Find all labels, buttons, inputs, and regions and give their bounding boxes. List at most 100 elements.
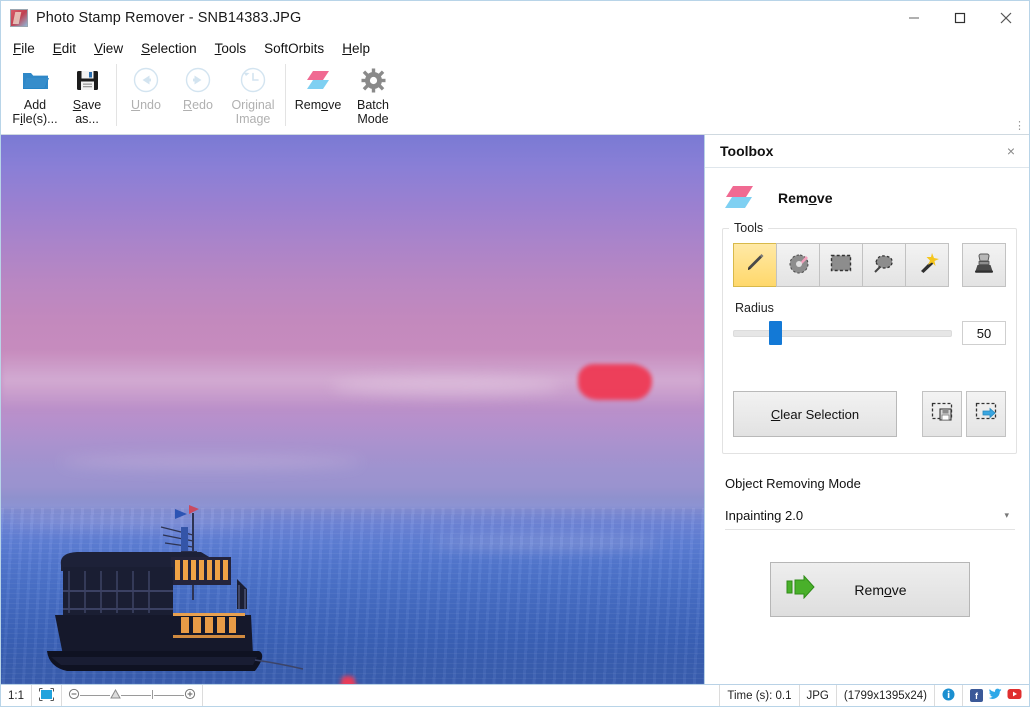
original-image-button[interactable]: OriginalImage: [224, 61, 282, 129]
toolbox-mode-row: Remove: [722, 178, 1017, 218]
object-removing-mode-select[interactable]: Inpainting 2.0 ▾: [725, 501, 1015, 530]
toolbox-title: Toolbox: [720, 143, 1003, 159]
minimize-button[interactable]: [891, 1, 937, 35]
toolbar: AddFile(s)... Saveas...: [1, 61, 1029, 134]
menu-item-view[interactable]: View: [94, 41, 123, 56]
eraser-icon: [303, 66, 333, 94]
menu-item-edit[interactable]: Edit: [53, 41, 76, 56]
cloud-1: [331, 377, 561, 395]
stamp-icon: [972, 251, 996, 280]
dimensions-label: (1799x1395x24): [844, 690, 927, 702]
marker-tool[interactable]: [776, 243, 820, 287]
zoom-out-icon[interactable]: [68, 688, 80, 703]
application-window: Photo Stamp Remover - SNB14383.JPG File …: [0, 0, 1030, 707]
youtube-icon[interactable]: [1007, 688, 1022, 703]
menu-item-help[interactable]: Help: [342, 41, 370, 56]
zoom-track-mid: [121, 695, 151, 696]
window-controls: [891, 1, 1029, 35]
menu-item-softorbits[interactable]: SoftOrbits: [264, 41, 324, 56]
clone-stamp-tool[interactable]: [962, 243, 1006, 287]
toolbox-mode-title: Remove: [778, 190, 833, 206]
radius-slider-row: 50: [733, 321, 1006, 345]
save-disk-icon: [76, 66, 99, 94]
cloud-2: [61, 455, 361, 469]
zoom-slider[interactable]: [62, 685, 203, 706]
remove-toolbar-button[interactable]: Remove: [289, 61, 347, 129]
save-selection-button[interactable]: [922, 391, 962, 437]
fit-to-screen-button[interactable]: [32, 685, 62, 706]
image-canvas[interactable]: [1, 135, 705, 684]
rectangle-select-icon: [829, 252, 853, 279]
radius-label: Radius: [735, 301, 1006, 315]
dimensions-cell: (1799x1395x24): [837, 685, 935, 706]
fit-to-screen-icon: [39, 688, 54, 704]
zoom-ratio-cell: 1:1: [1, 685, 32, 706]
load-selection-button[interactable]: [966, 391, 1006, 437]
close-button[interactable]: [983, 1, 1029, 35]
clear-selection-button[interactable]: Clear Selection: [733, 391, 897, 437]
menu-item-file[interactable]: File: [13, 41, 35, 56]
facebook-icon[interactable]: f: [970, 689, 983, 702]
pencil-tool[interactable]: [733, 243, 777, 287]
add-files-button[interactable]: AddFile(s)...: [9, 61, 61, 129]
clock-history-icon: [240, 66, 266, 94]
add-files-label: AddFile(s)...: [12, 98, 57, 126]
radius-slider-thumb[interactable]: [769, 321, 782, 345]
time-cell: Time (s): 0.1: [720, 685, 799, 706]
menu-label-edit: dit: [62, 41, 76, 56]
batch-mode-button[interactable]: BatchMode: [347, 61, 399, 129]
remove-button-label: Remove: [815, 582, 969, 598]
undo-button[interactable]: Undo: [120, 61, 172, 129]
toolbox-header: Toolbox ×: [705, 135, 1029, 168]
maximize-button[interactable]: [937, 1, 983, 35]
eraser-icon: [722, 184, 762, 212]
menu-label-help: elp: [352, 41, 370, 56]
radius-slider[interactable]: [733, 330, 952, 337]
toolbox-content: Remove Tools: [705, 168, 1029, 617]
selection-actions-row: Clear Selection: [733, 391, 1006, 437]
zoom-ratio-label: 1:1: [8, 690, 24, 702]
remove-toolbar-label: Remove: [295, 98, 342, 112]
title-bar: Photo Stamp Remover - SNB14383.JPG: [1, 1, 1029, 35]
menu-label-tools: ools: [221, 41, 246, 56]
tools-legend: Tools: [729, 221, 768, 235]
sky-selection[interactable]: [578, 364, 652, 400]
load-selection-icon: [975, 402, 997, 427]
toolbar-overflow-button[interactable]: ⋮: [1014, 119, 1025, 132]
menu-label-selection: election: [150, 41, 197, 56]
magic-wand-tool[interactable]: [905, 243, 949, 287]
twitter-icon[interactable]: [988, 688, 1002, 703]
redo-label: Redo: [183, 98, 213, 112]
save-as-button[interactable]: Saveas...: [61, 61, 113, 129]
main-area: Toolbox × Remove Tools: [1, 134, 1029, 684]
green-arrow-icon: [785, 575, 815, 604]
zoom-track-left: [80, 695, 110, 696]
clear-selection-label: Clear Selection: [771, 407, 859, 422]
toolbox-close-button[interactable]: ×: [1003, 142, 1019, 160]
toolbar-group-actions: Remove: [289, 61, 399, 132]
zoom-track-right: [154, 695, 184, 696]
tools-row: [733, 243, 1006, 287]
info-button[interactable]: [935, 685, 963, 706]
time-label: Time (s): 0.1: [727, 690, 791, 702]
lasso-tool[interactable]: [862, 243, 906, 287]
redo-arrow-icon: [185, 66, 211, 94]
rectangle-select-tool[interactable]: [819, 243, 863, 287]
redo-button[interactable]: Redo: [172, 61, 224, 129]
toolbar-group-history: Undo Redo: [120, 61, 282, 132]
selection-io-buttons: [918, 391, 1006, 437]
undo-label: Undo: [131, 98, 161, 112]
toolbar-group-file: AddFile(s)... Saveas...: [9, 61, 113, 132]
app-icon: [10, 9, 28, 27]
batch-mode-label: BatchMode: [357, 98, 389, 126]
marker-icon: [786, 251, 810, 280]
radius-value-field[interactable]: 50: [962, 321, 1006, 345]
zoom-in-icon[interactable]: [184, 688, 196, 703]
remove-button[interactable]: Remove: [770, 562, 970, 617]
menu-item-selection[interactable]: Selection: [141, 41, 197, 56]
toolbar-separator-2: [285, 64, 286, 126]
zoom-slider-thumb[interactable]: [110, 689, 121, 703]
buoy-selection-left-stem[interactable]: [341, 676, 355, 684]
info-icon: [942, 688, 955, 704]
menu-item-tools[interactable]: Tools: [215, 41, 247, 56]
